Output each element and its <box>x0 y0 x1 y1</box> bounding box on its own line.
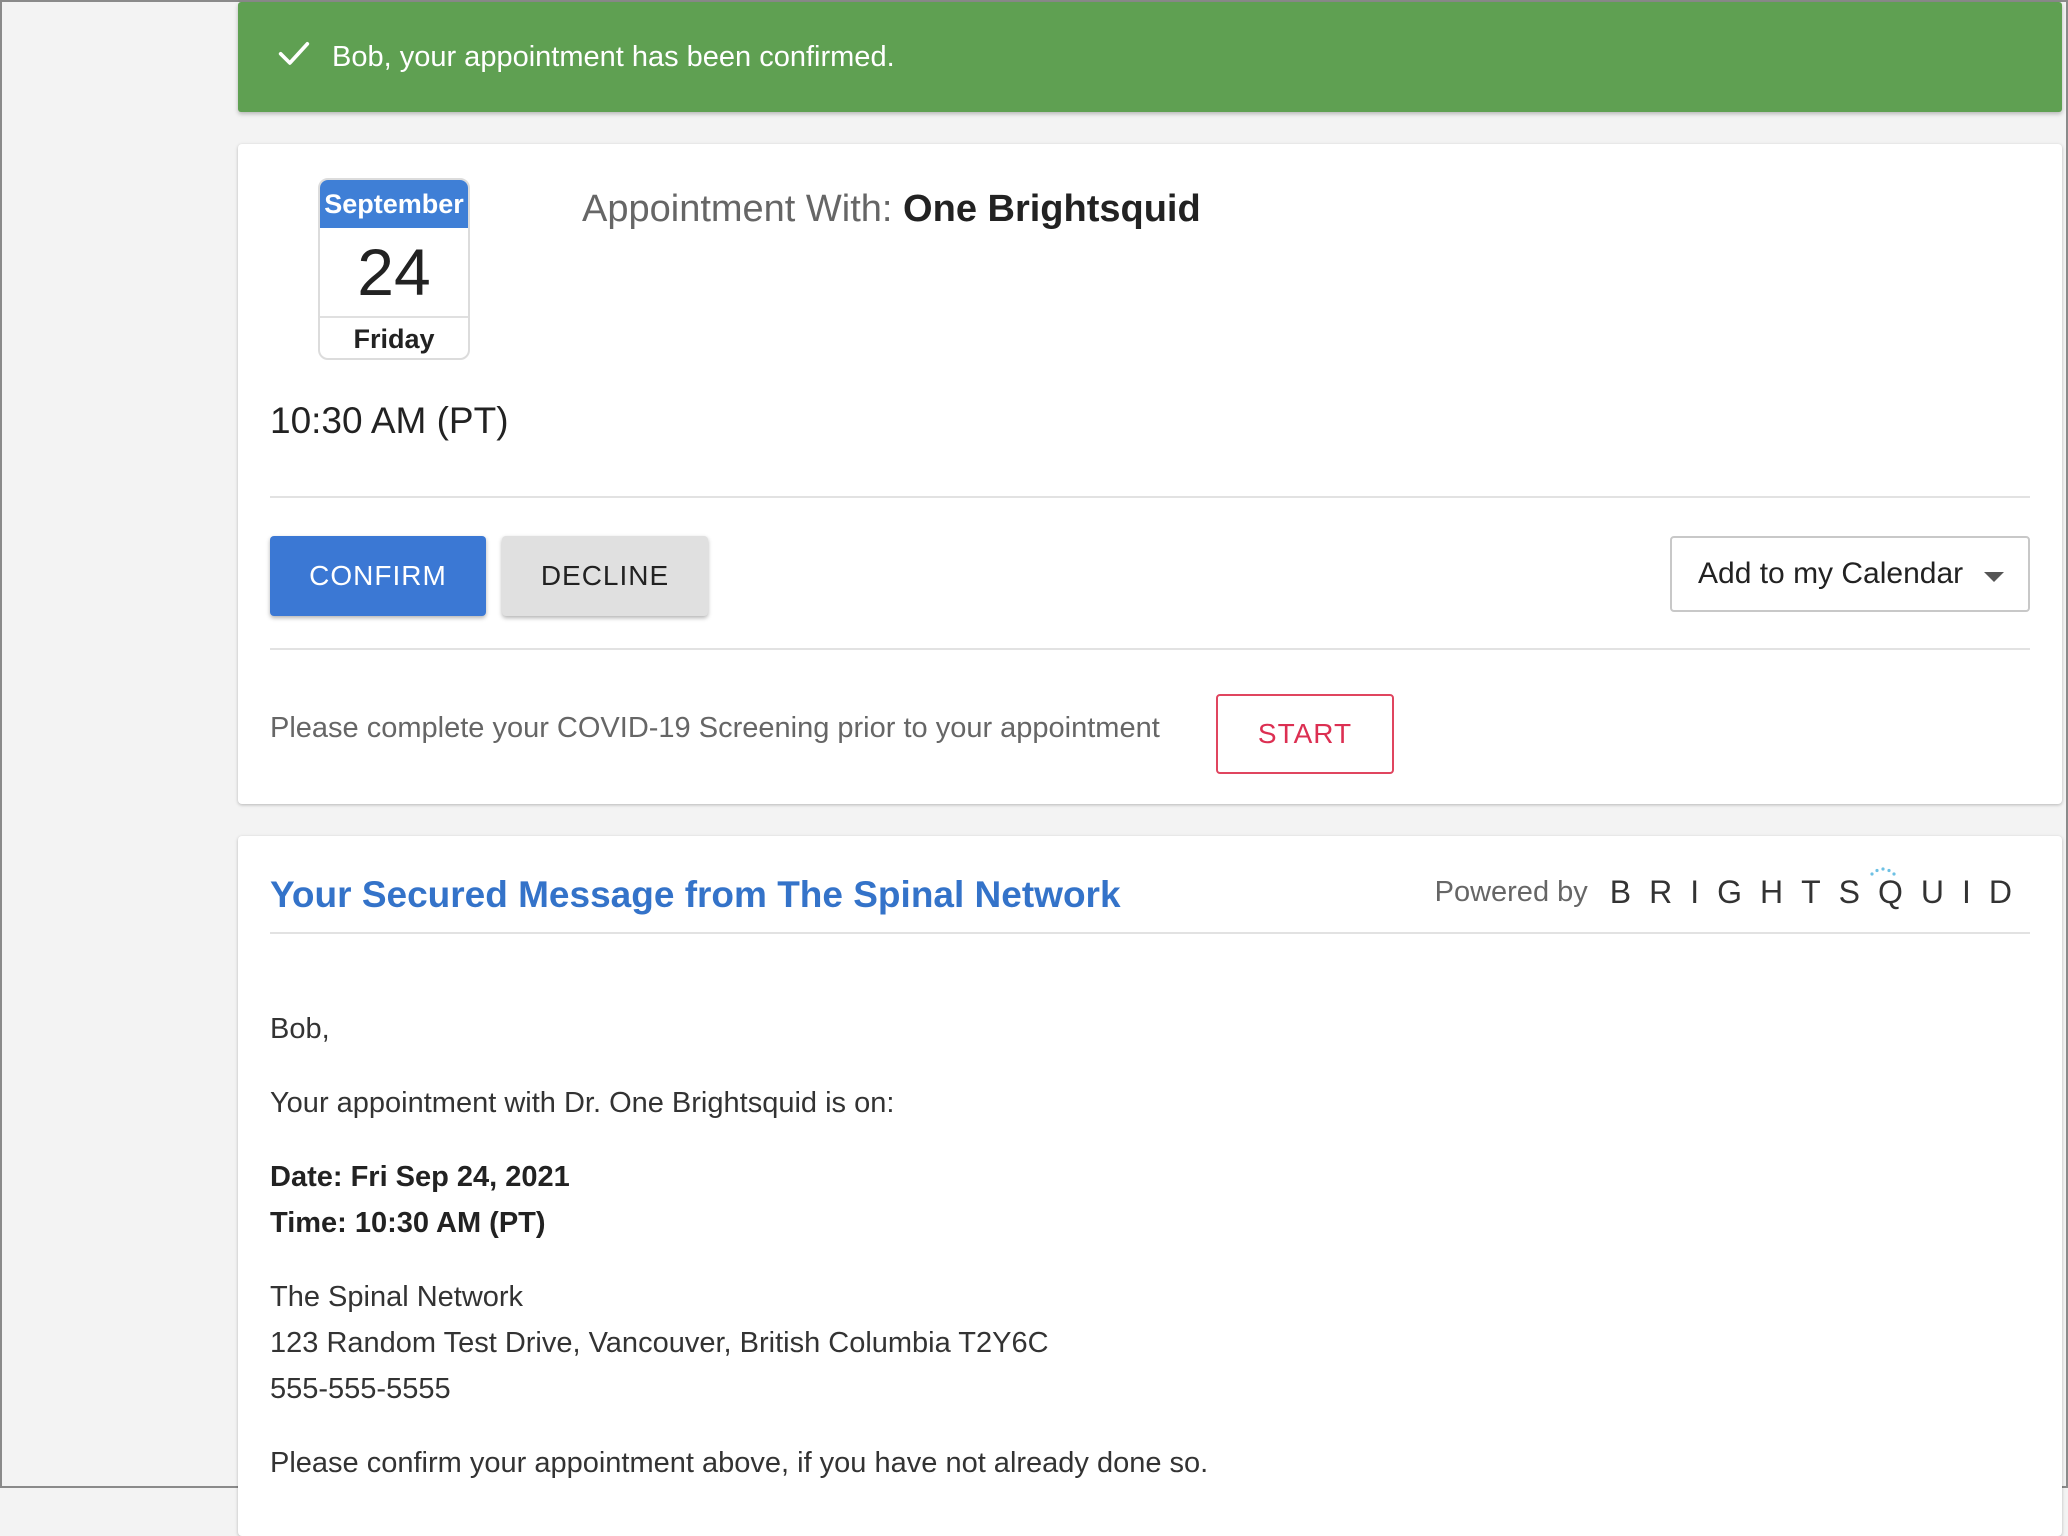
appointment-with-label: Appointment With: <box>582 188 893 230</box>
appointment-card: September 24 Friday Appointment With: On… <box>238 144 2062 804</box>
start-screening-button[interactable]: START <box>1216 694 1394 774</box>
message-title: Your Secured Message from The Spinal Net… <box>270 874 1121 915</box>
clinic-address: 123 Random Test Drive, Vancouver, Britis… <box>270 1327 1049 1359</box>
main-content: Bob, your appointment has been confirmed… <box>238 2 2062 1536</box>
calendar-weekday: Friday <box>320 316 468 358</box>
calendar-badge: September 24 Friday <box>318 178 470 360</box>
calendar-month: September <box>320 180 468 228</box>
message-time: Time: 10:30 AM (PT) <box>270 1207 546 1239</box>
message-greeting: Bob, <box>270 1013 330 1045</box>
add-to-calendar-select[interactable]: Add to my Calendar <box>1670 536 2030 612</box>
message-intro: Your appointment with Dr. One Brightsqui… <box>270 1087 895 1119</box>
message-card: Your Secured Message from The Spinal Net… <box>238 836 2062 1536</box>
covid-screening-text: Please complete your COVID-19 Screening … <box>270 712 1160 744</box>
message-closing: Please confirm your appointment above, i… <box>270 1447 1209 1479</box>
logo-dots-icon <box>1870 867 1896 876</box>
clinic-phone: 555-555-5555 <box>270 1373 451 1405</box>
decline-button[interactable]: DECLINE <box>502 536 708 616</box>
message-body: Bob, Your appointment with Dr. One Brigh… <box>270 1006 1208 1514</box>
appointment-time: 10:30 AM (PT) <box>270 400 509 441</box>
confirmation-alert: Bob, your appointment has been confirmed… <box>238 2 2062 112</box>
check-icon <box>274 33 332 81</box>
brand-text: BRIGHTSQUID <box>1609 874 2030 910</box>
calendar-day: 24 <box>357 235 431 309</box>
confirm-button[interactable]: CONFIRM <box>270 536 486 616</box>
alert-text: Bob, your appointment has been confirmed… <box>332 40 895 73</box>
divider <box>270 496 2030 498</box>
appointment-with: Appointment With: One Brightsquid <box>582 188 1201 231</box>
divider <box>270 648 2030 650</box>
divider <box>270 932 2030 934</box>
clinic-name: The Spinal Network <box>270 1281 524 1313</box>
powered-by: Powered by BRIGHTSQUID <box>1434 867 2030 911</box>
message-date: Date: Fri Sep 24, 2021 <box>270 1161 570 1193</box>
brightsquid-logo: BRIGHTSQUID <box>1609 867 2030 911</box>
caret-down-icon <box>1984 572 2004 582</box>
powered-by-label: Powered by <box>1434 876 1588 908</box>
appointment-with-name: One Brightsquid <box>903 188 1201 230</box>
add-to-calendar-label: Add to my Calendar <box>1698 557 1964 590</box>
page-frame: Bob, your appointment has been confirmed… <box>0 0 2068 1536</box>
